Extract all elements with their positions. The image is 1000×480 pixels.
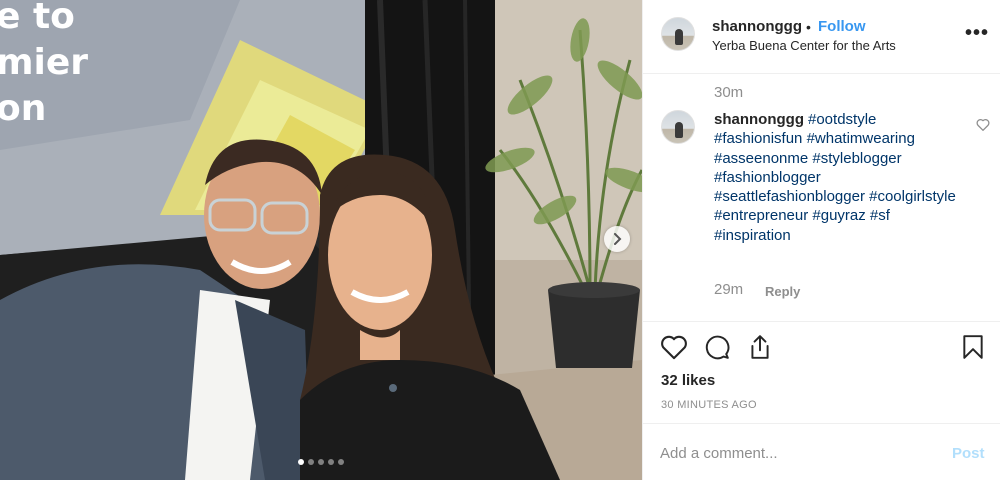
action-bar: 32 likes 30 MINUTES AGO: [643, 321, 1000, 423]
separator-dot: •: [806, 19, 811, 35]
bookmark-icon[interactable]: [962, 334, 984, 360]
post-header: shannonggg • Follow Yerba Buena Center f…: [643, 0, 1000, 74]
post-photo[interactable]: e to mier on: [0, 0, 642, 480]
carousel-indicator: [0, 459, 642, 465]
comment-icon[interactable]: [704, 334, 730, 360]
slide-text-line: on: [0, 88, 47, 129]
carousel-dot: [318, 459, 324, 465]
carousel-next-button[interactable]: [604, 226, 630, 252]
avatar[interactable]: [661, 110, 695, 144]
carousel-dot: [328, 459, 334, 465]
avatar[interactable]: [661, 17, 695, 51]
previous-comment-time: 30m: [714, 84, 744, 101]
photo-scene: [0, 0, 642, 480]
reply-button[interactable]: Reply: [765, 284, 800, 299]
slide-text-line: e to: [0, 0, 75, 37]
caption-hashtags[interactable]: #ootdstyle #fashionisfun #whatimwearing …: [714, 111, 956, 244]
caption-time: 29m: [714, 281, 744, 298]
follow-button[interactable]: Follow: [818, 18, 866, 35]
caption-username[interactable]: shannonggg: [714, 111, 804, 128]
projected-slide-text: e to mier on: [0, 0, 88, 132]
location-link[interactable]: Yerba Buena Center for the Arts: [712, 38, 896, 53]
carousel-dot: [298, 459, 304, 465]
post-timestamp: 30 MINUTES AGO: [661, 399, 757, 411]
post-sidebar: shannonggg • Follow Yerba Buena Center f…: [642, 0, 1000, 480]
slide-text-line: mier: [0, 42, 89, 83]
comment-input[interactable]: [660, 441, 930, 465]
post-comment-button[interactable]: Post: [952, 445, 985, 462]
likes-count[interactable]: 32 likes: [661, 372, 715, 389]
chevron-right-icon: [614, 233, 622, 245]
add-comment-bar: Post: [643, 423, 1000, 480]
carousel-dot: [308, 459, 314, 465]
heart-icon[interactable]: [660, 334, 688, 360]
caption-text: shannonggg #ootdstyle #fashionisfun #what…: [714, 110, 964, 245]
carousel-dot: [338, 459, 344, 465]
heart-outline-icon[interactable]: [976, 118, 990, 131]
share-icon[interactable]: [747, 334, 773, 360]
author-username[interactable]: shannonggg: [712, 18, 802, 35]
more-options-icon[interactable]: •••: [965, 22, 989, 45]
